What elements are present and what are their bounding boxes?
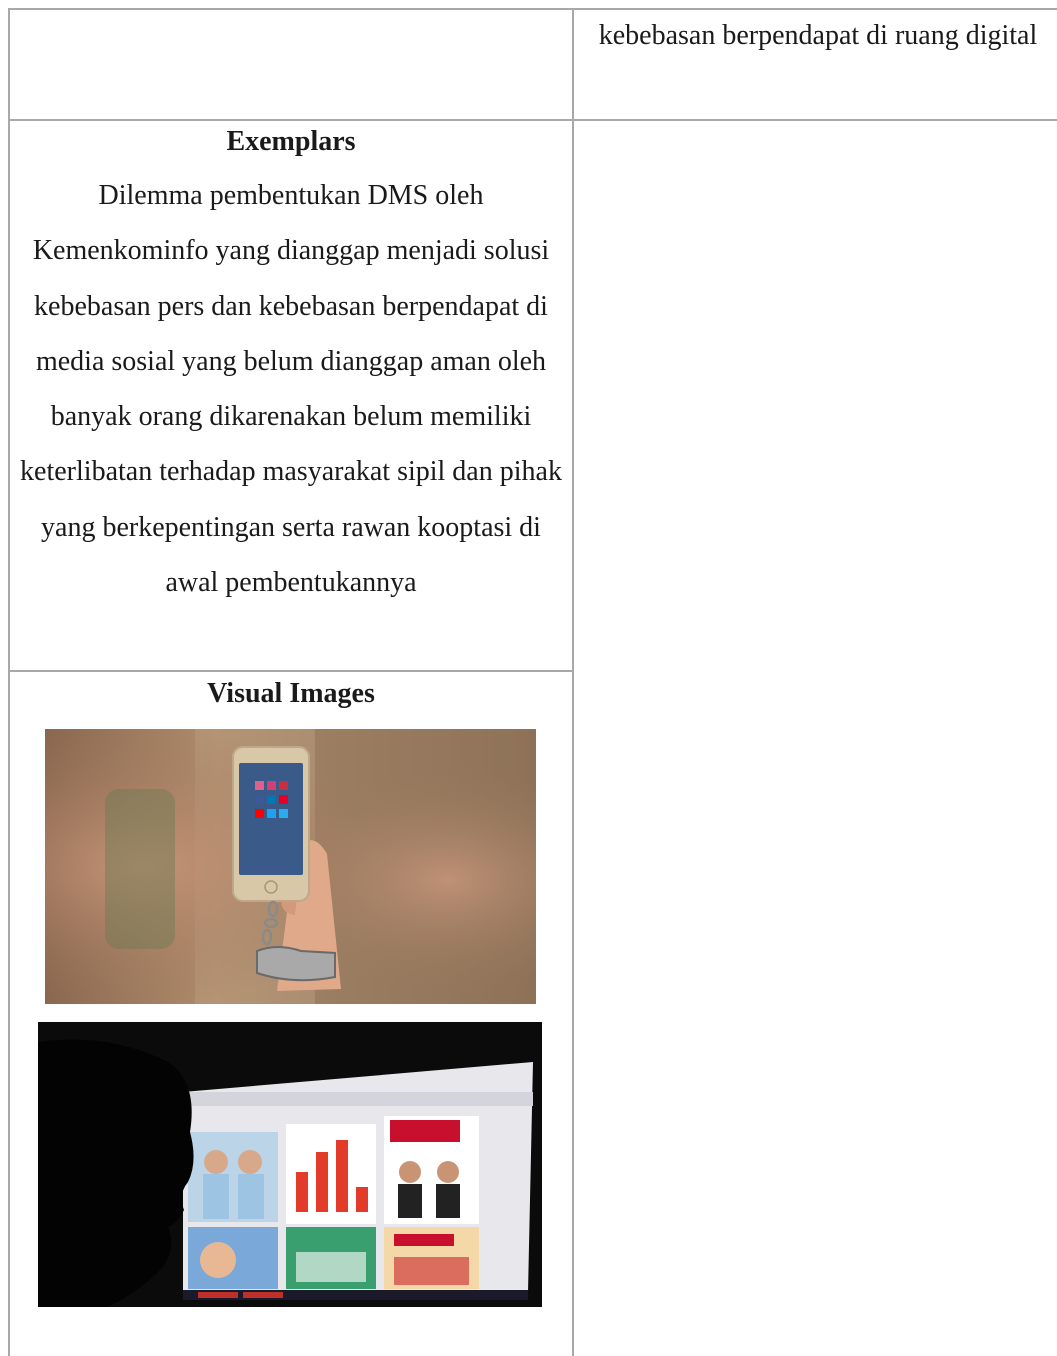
table-column-divider: [572, 8, 574, 1356]
monitor-campaign-posts-graphic: [38, 1022, 542, 1307]
exemplars-heading: Exemplars: [226, 126, 356, 157]
table-row-divider-2: [8, 670, 574, 672]
handcuffed-smartphone-graphic: [45, 729, 536, 1004]
table-row-divider-1: [8, 119, 1057, 121]
visual-images-heading: Visual Images: [207, 678, 375, 709]
top-right-cell-text: kebebasan berpendapat di ruang digital: [598, 20, 1038, 51]
exemplars-body: Dilemma pembentukan DMS oleh Kemenkominf…: [20, 180, 562, 599]
monitor-campaign-posts-photo: [38, 1022, 542, 1307]
document-table: kebebasan berpendapat di ruang digital E…: [8, 8, 1057, 1356]
handcuffed-smartphone-photo: [45, 729, 536, 1004]
